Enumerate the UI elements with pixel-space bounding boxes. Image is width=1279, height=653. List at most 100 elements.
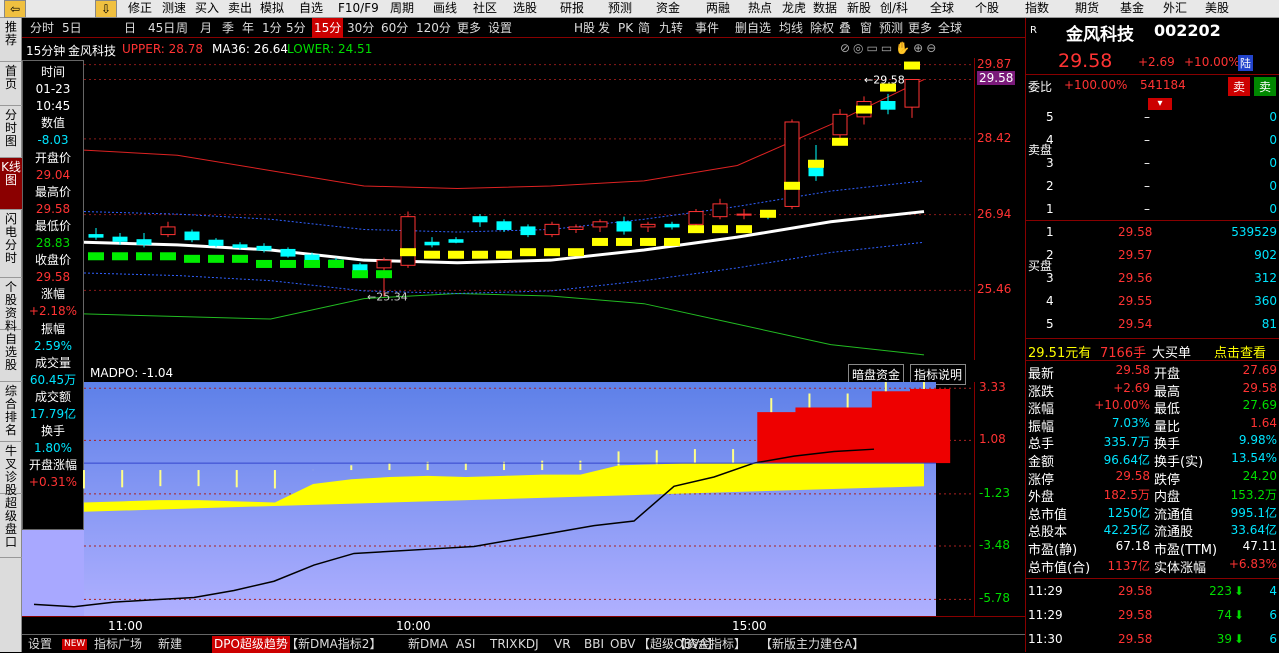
leftnav-item-3[interactable]: K线图: [0, 158, 22, 210]
topbar-item-22[interactable]: 指数: [1025, 0, 1049, 18]
toolbar-item-20[interactable]: 九转: [657, 18, 685, 38]
toolbar-item-21[interactable]: 事件: [693, 18, 721, 38]
topbar-item-4[interactable]: 模拟: [260, 0, 284, 18]
topbar-item-17[interactable]: 数据: [813, 0, 837, 18]
toolbar-item-29[interactable]: 全球: [936, 18, 964, 38]
topbar-item-9[interactable]: 社区: [473, 0, 497, 18]
topbar-item-13[interactable]: 资金: [656, 0, 680, 18]
toolbar-item-18[interactable]: PK: [616, 18, 635, 38]
chart-tools-icon[interactable]: ⊘◎▭▭✋⊕⊖: [840, 41, 939, 55]
topbar-item-8[interactable]: 画线: [433, 0, 457, 18]
topbar-item-23[interactable]: 期货: [1075, 0, 1099, 18]
back-icon[interactable]: ⇦: [4, 0, 26, 18]
toolbar-item-16[interactable]: H股: [572, 18, 597, 38]
stat-label: 最低: [1154, 402, 1181, 418]
toolbar-item-23[interactable]: 均线: [777, 18, 805, 38]
bottombar-item-0[interactable]: 设置: [26, 636, 54, 653]
left-navigation: 推荐 首页 分时图 K线图 闪电分时 个股资料 自选股 综合排名 牛叉诊股 超级盘口: [0, 18, 22, 652]
toolbar-item-14[interactable]: 更多: [455, 18, 483, 38]
toolbar-item-4[interactable]: 周: [174, 18, 190, 38]
bottombar-item-12[interactable]: OBV: [608, 636, 638, 653]
toolbar-item-12[interactable]: 60分: [379, 18, 410, 38]
topbar-item-16[interactable]: 龙虎: [782, 0, 806, 18]
indicator-chart: [22, 382, 974, 616]
stat-label: 总市值(合): [1028, 560, 1091, 576]
bottombar-item-9[interactable]: KDJ: [516, 636, 541, 653]
bottombar-item-2[interactable]: 指标广场: [92, 636, 144, 653]
bottombar-item-5[interactable]: 【新DMA指标2】: [284, 636, 383, 653]
leftnav-item-6[interactable]: 自选股: [0, 330, 22, 382]
toolbar-item-7[interactable]: 年: [240, 18, 256, 38]
leftnav-item-1[interactable]: 首页: [0, 62, 22, 106]
toolbar-item-26[interactable]: 窗: [858, 18, 874, 38]
leftnav-item-4[interactable]: 闪电分时: [0, 210, 22, 278]
bottombar-item-11[interactable]: BBI: [582, 636, 606, 653]
download-icon[interactable]: ⇩: [95, 0, 117, 18]
bottombar-item-7[interactable]: ASI: [454, 636, 477, 653]
toolbar-item-22[interactable]: 删自选: [733, 18, 773, 38]
topbar-item-18[interactable]: 新股: [847, 0, 871, 18]
toolbar-item-19[interactable]: 简: [636, 18, 652, 38]
topbar-item-11[interactable]: 研报: [560, 0, 584, 18]
topbar-item-12[interactable]: 预测: [608, 0, 632, 18]
sell-button[interactable]: 卖: [1228, 77, 1251, 96]
toolbar-item-17[interactable]: 发: [596, 18, 612, 38]
topbar-item-2[interactable]: 买入: [195, 0, 219, 18]
stat-value: 7.03%: [1111, 415, 1150, 430]
toolbar-item-28[interactable]: 更多: [906, 18, 934, 38]
leftnav-item-0[interactable]: 推荐: [0, 18, 22, 62]
bottombar-item-15[interactable]: 【新版主力建仓A】: [758, 636, 866, 653]
toolbar-item-9[interactable]: 5分: [284, 18, 308, 38]
topbar-item-7[interactable]: 周期: [390, 0, 414, 18]
topbar-item-25[interactable]: 外汇: [1163, 0, 1187, 18]
bottombar-item-3[interactable]: 新建: [156, 636, 184, 653]
stat-label: 振幅: [1028, 419, 1055, 435]
leftnav-item-5[interactable]: 个股资料: [0, 278, 22, 333]
leftnav-item-9[interactable]: 超级盘口: [0, 494, 22, 558]
toolbar-item-15[interactable]: 设置: [486, 18, 514, 38]
topbar-item-14[interactable]: 两融: [706, 0, 730, 18]
topbar-item-19[interactable]: 创/科: [880, 0, 908, 18]
toolbar-item-25[interactable]: 叠: [837, 18, 853, 38]
toolbar-item-10[interactable]: 15分: [312, 18, 344, 38]
toolbar-item-13[interactable]: 120分: [414, 18, 453, 38]
bottombar-item-14[interactable]: 【资金指标】: [672, 636, 748, 653]
topbar-item-3[interactable]: 卖出: [228, 0, 252, 18]
toolbar-item-2[interactable]: 日: [122, 18, 138, 38]
topbar-item-10[interactable]: 选股: [513, 0, 537, 18]
toolbar-item-6[interactable]: 季: [220, 18, 236, 38]
topbar-item-26[interactable]: 美股: [1205, 0, 1229, 18]
toolbar-item-8[interactable]: 1分: [260, 18, 284, 38]
bottombar-item-1[interactable]: NEW: [62, 639, 88, 650]
buy-level-price: 29.56: [1118, 271, 1153, 285]
bottombar-item-8[interactable]: TRIX: [488, 636, 519, 653]
toolbar-item-27[interactable]: 预测: [877, 18, 905, 38]
toolbar-item-1[interactable]: 5日: [60, 18, 84, 38]
topbar-item-21[interactable]: 个股: [975, 0, 999, 18]
leftnav-item-2[interactable]: 分时图: [0, 106, 22, 158]
bottombar-item-4[interactable]: DPO超级趋势: [212, 636, 290, 653]
bigorder-link[interactable]: 点击查看: [1214, 342, 1266, 361]
toolbar-item-11[interactable]: 30分: [345, 18, 376, 38]
toolbar-item-24[interactable]: 除权: [808, 18, 836, 38]
topbar-item-15[interactable]: 热点: [748, 0, 772, 18]
buy-button[interactable]: 卖: [1254, 77, 1277, 96]
leftnav-item-8[interactable]: 牛叉诊股: [0, 442, 22, 497]
bottombar-item-6[interactable]: 新DMA: [406, 636, 450, 653]
topbar-item-6[interactable]: F10/F9: [338, 0, 379, 18]
toolbar-item-0[interactable]: 分时: [28, 18, 56, 38]
leftnav-item-7[interactable]: 综合排名: [0, 382, 22, 442]
topbar-item-24[interactable]: 基金: [1120, 0, 1144, 18]
info-open-label: 开盘价: [34, 150, 71, 165]
topbar-item-20[interactable]: 全球: [930, 0, 954, 18]
collapse-icon[interactable]: ▾: [1148, 98, 1172, 110]
bottombar-item-10[interactable]: VR: [552, 636, 573, 653]
time-tick: 15:00: [732, 619, 767, 633]
topbar-item-1[interactable]: 测速: [162, 0, 186, 18]
indicator-axis-label: -3.48: [979, 538, 1011, 553]
topbar-item-0[interactable]: 修正: [128, 0, 152, 18]
toolbar-item-5[interactable]: 月: [198, 18, 214, 38]
sell-level-vol: 0: [1269, 156, 1277, 170]
toolbar-item-3[interactable]: 45日: [146, 18, 177, 38]
topbar-item-5[interactable]: 自选: [299, 0, 323, 18]
